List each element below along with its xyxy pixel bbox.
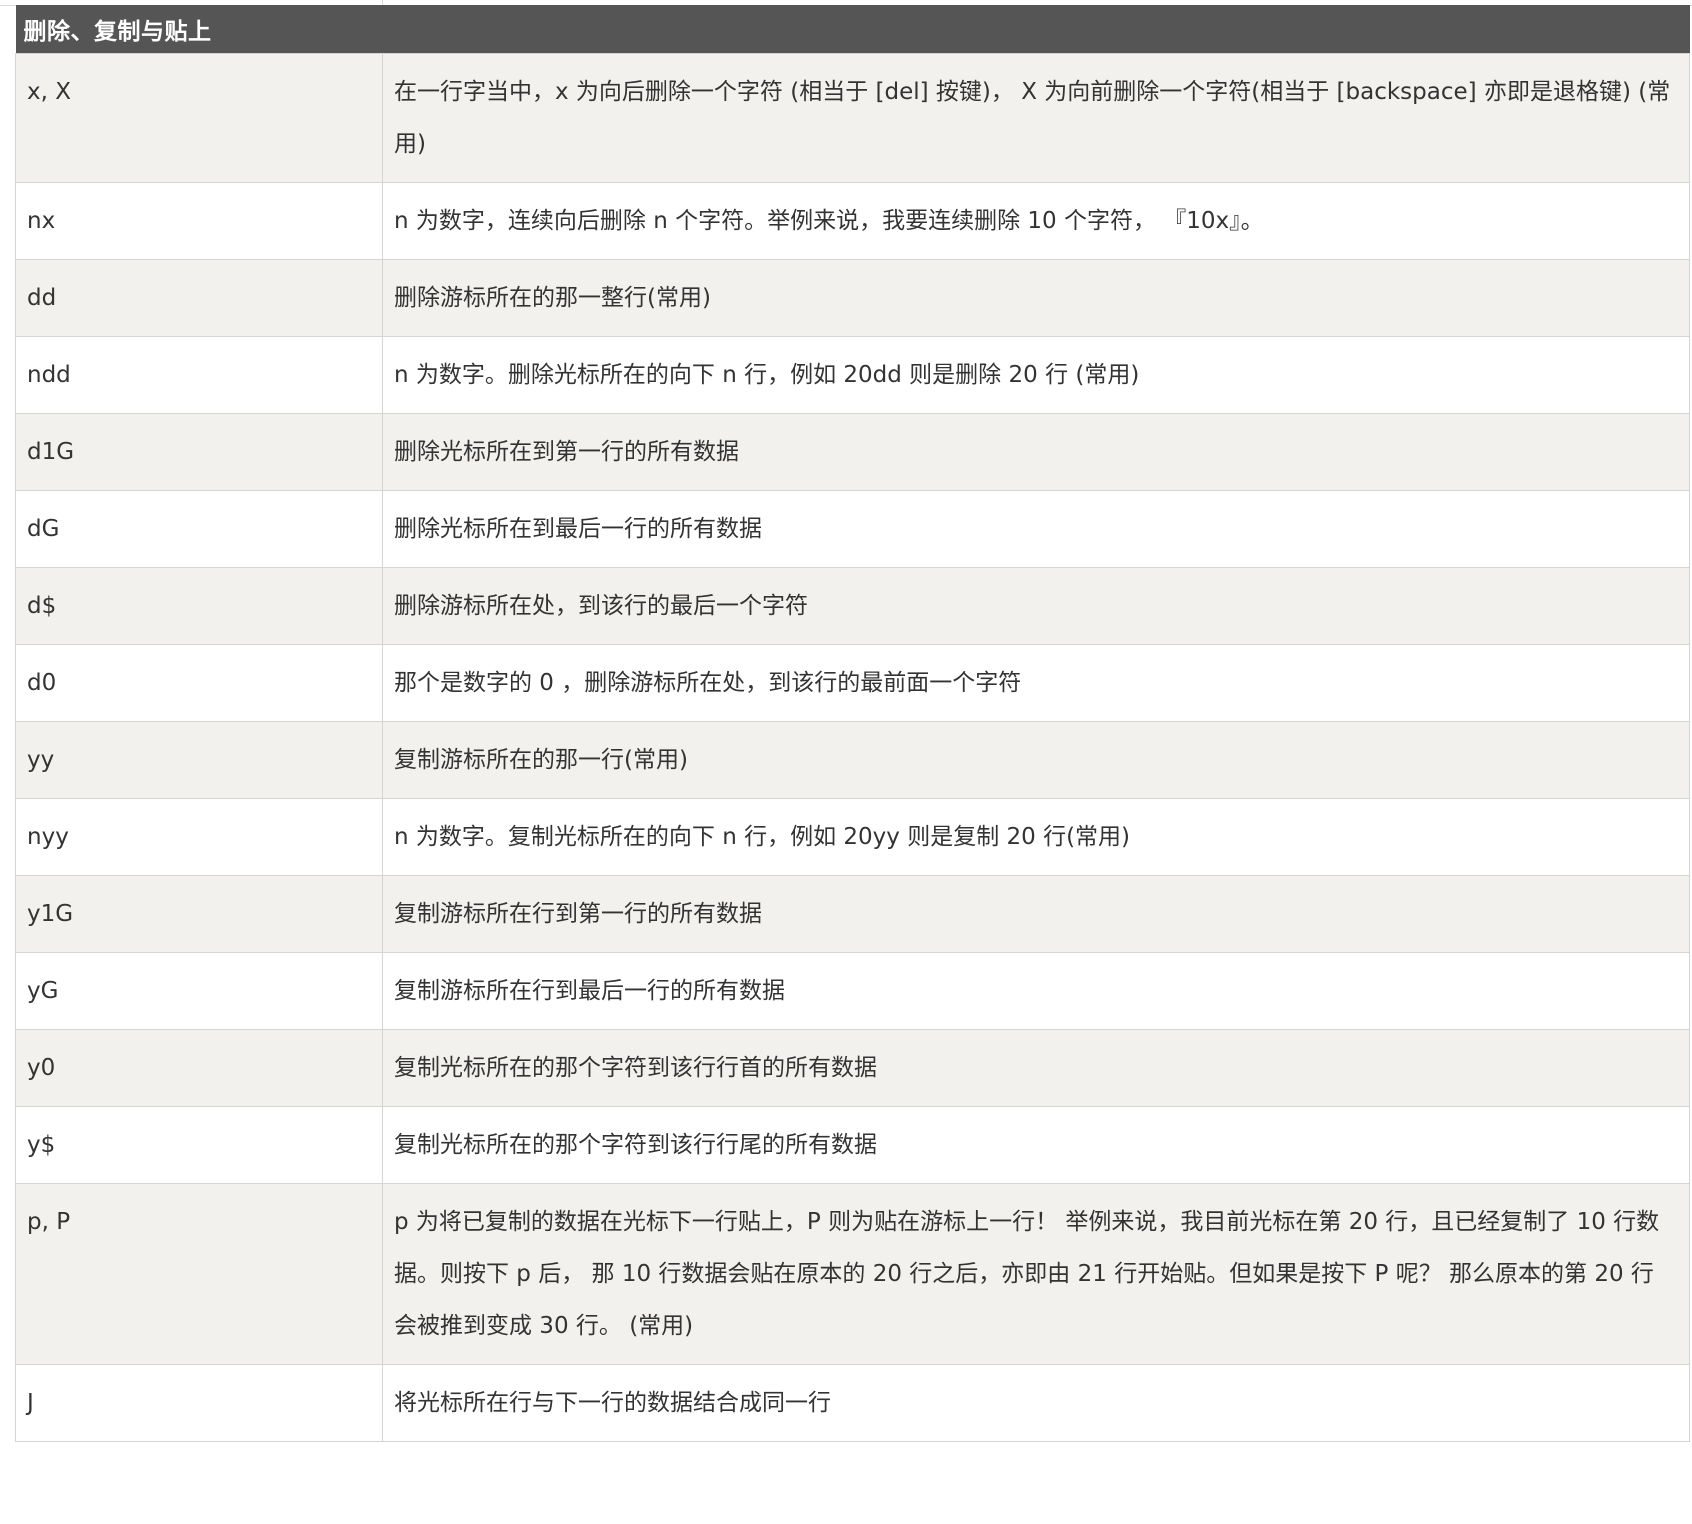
command-description: 复制光标所在的那个字符到该行行尾的所有数据	[382, 1105, 1690, 1184]
command-key: yG	[15, 951, 383, 1030]
table-row: dG 删除光标所在到最后一行的所有数据	[15, 489, 1690, 568]
command-description: 在一行字当中，x 为向后删除一个字符 (相当于 [del] 按键)， X 为向前…	[382, 52, 1690, 183]
command-description: 复制游标所在行到第一行的所有数据	[382, 874, 1690, 953]
table-row: x, X 在一行字当中，x 为向后删除一个字符 (相当于 [del] 按键)， X…	[15, 52, 1690, 183]
command-description: 删除游标所在的那一整行(常用)	[382, 258, 1690, 337]
command-key: dd	[15, 258, 383, 337]
command-key: d1G	[15, 412, 383, 491]
command-description: 删除游标所在处，到该行的最后一个字符	[382, 566, 1690, 645]
table-row: yy 复制游标所在的那一行(常用)	[15, 720, 1690, 799]
command-description: 复制游标所在的那一行(常用)	[382, 720, 1690, 799]
table-row: y1G 复制游标所在行到第一行的所有数据	[15, 874, 1690, 953]
command-key: ndd	[15, 335, 383, 414]
command-key: nx	[15, 181, 383, 260]
command-description: p 为将已复制的数据在光标下一行贴上，P 则为贴在游标上一行！ 举例来说，我目前…	[382, 1182, 1690, 1365]
command-description: 复制光标所在的那个字符到该行行首的所有数据	[382, 1028, 1690, 1107]
table-row: p, Pp 为将已复制的数据在光标下一行贴上，P 则为贴在游标上一行！ 举例来说…	[15, 1182, 1690, 1365]
command-key: d$	[15, 566, 383, 645]
command-description: n 为数字，连续向后删除 n 个字符。举例来说，我要连续删除 10 个字符， 『…	[382, 181, 1690, 260]
command-key: y0	[15, 1028, 383, 1107]
table-row: dd 删除游标所在的那一整行(常用)	[15, 258, 1690, 337]
table-row: nx n 为数字，连续向后删除 n 个字符。举例来说，我要连续删除 10 个字符，…	[15, 181, 1690, 260]
command-description: 那个是数字的 0 ，删除游标所在处，到该行的最前面一个字符	[382, 643, 1690, 722]
command-key: yy	[15, 720, 383, 799]
command-key: x, X	[15, 52, 383, 183]
command-key: y1G	[15, 874, 383, 953]
table-row: d0 那个是数字的 0 ，删除游标所在处，到该行的最前面一个字符	[15, 643, 1690, 722]
command-key: y$	[15, 1105, 383, 1184]
command-key: d0	[15, 643, 383, 722]
command-key: p, P	[15, 1182, 383, 1365]
section-title: 删除、复制与贴上	[15, 5, 1690, 53]
command-key: J	[15, 1363, 383, 1442]
table-row: d1G 删除光标所在到第一行的所有数据	[15, 412, 1690, 491]
command-description: 将光标所在行与下一行的数据结合成同一行	[382, 1363, 1690, 1442]
table-row: d$ 删除游标所在处，到该行的最后一个字符	[15, 566, 1690, 645]
table-row: y$ 复制光标所在的那个字符到该行行尾的所有数据	[15, 1105, 1690, 1184]
table-row: yG 复制游标所在行到最后一行的所有数据	[15, 951, 1690, 1030]
table-body: x, X 在一行字当中，x 为向后删除一个字符 (相当于 [del] 按键)， X…	[15, 52, 1690, 1442]
command-key: nyy	[15, 797, 383, 876]
table-row: ndd n 为数字。删除光标所在的向下 n 行，例如 20dd 则是删除 20 行…	[15, 335, 1690, 414]
command-description: n 为数字。删除光标所在的向下 n 行，例如 20dd 则是删除 20 行 (常…	[382, 335, 1690, 414]
vi-command-table: 删除、复制与贴上 x, X 在一行字当中，x 为向后删除一个字符 (相当于 [de…	[15, 5, 1690, 1442]
command-description: 删除光标所在到第一行的所有数据	[382, 412, 1690, 491]
table-row: nyy n 为数字。复制光标所在的向下 n 行，例如 20yy 则是复制 20 行…	[15, 797, 1690, 876]
command-key: dG	[15, 489, 383, 568]
table-header-row: 删除、复制与贴上	[15, 5, 1690, 53]
command-description: 删除光标所在到最后一行的所有数据	[382, 489, 1690, 568]
table-row: J 将光标所在行与下一行的数据结合成同一行	[15, 1363, 1690, 1442]
table-row: y0 复制光标所在的那个字符到该行行首的所有数据	[15, 1028, 1690, 1107]
command-description: n 为数字。复制光标所在的向下 n 行，例如 20yy 则是复制 20 行(常用…	[382, 797, 1690, 876]
command-description: 复制游标所在行到最后一行的所有数据	[382, 951, 1690, 1030]
